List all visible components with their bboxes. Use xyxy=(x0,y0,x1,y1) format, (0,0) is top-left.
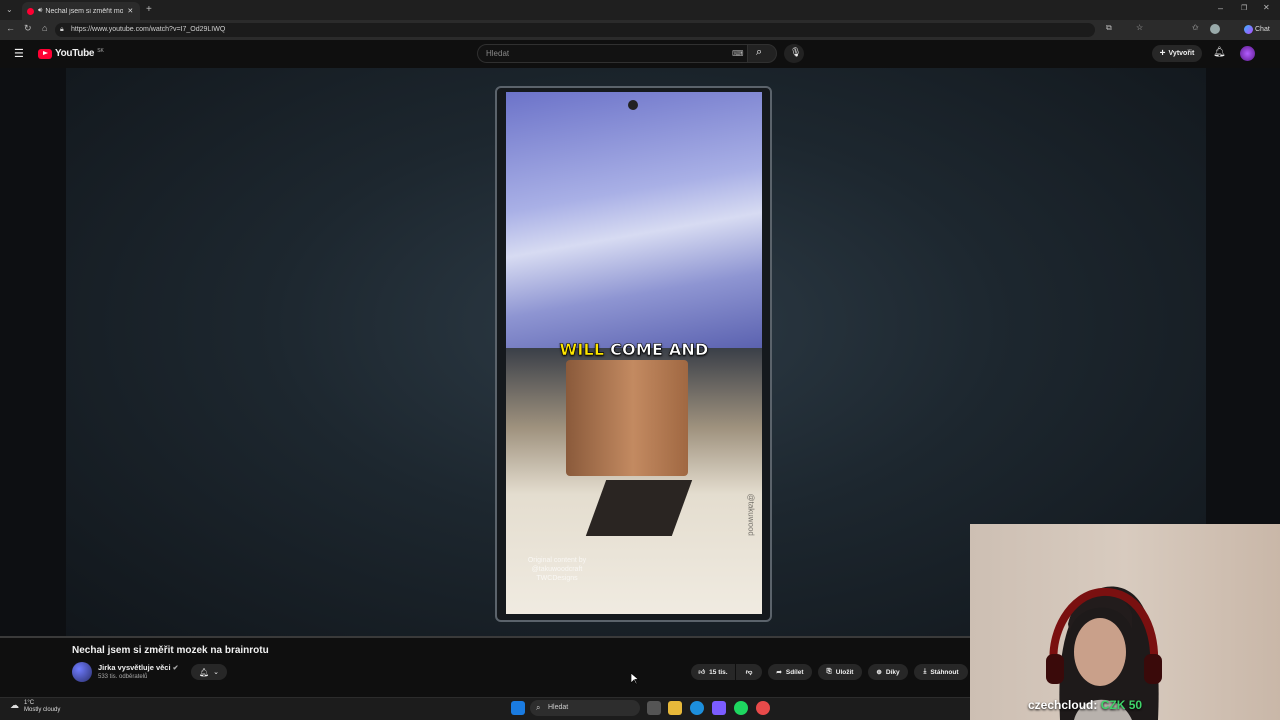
discord-icon[interactable] xyxy=(712,701,726,715)
share-label: Sdílet xyxy=(785,668,804,676)
wood-block xyxy=(566,360,688,476)
create-label: Vytvořit xyxy=(1168,50,1195,57)
thumbs-up-icon: 👍︎ xyxy=(698,669,706,676)
save-button[interactable]: ⎘ Uložit xyxy=(818,664,862,680)
channel-name[interactable]: Jirka vysvětluje věci ✔︎ xyxy=(98,663,179,672)
microphone-icon: 🎙︎ xyxy=(790,47,802,57)
subscriber-count: 533 tis. odběratelů xyxy=(98,674,148,680)
address-bar[interactable]: 🔒︎ https://www.youtube.com/watch?v=I7_Od… xyxy=(55,23,1095,37)
taskbar-search-label: Hledat xyxy=(548,704,569,711)
browser-tab-active[interactable]: 🔊︎ Nechal jsem si změřit mozek ✕ xyxy=(22,2,140,20)
copilot-label: Chat xyxy=(1255,26,1270,33)
tab-title: Nechal jsem si změřit mozek xyxy=(45,7,124,15)
keyboard-icon[interactable]: ⌨ xyxy=(732,45,744,62)
copilot-button[interactable]: Chat xyxy=(1244,23,1270,36)
search-icon: ⌕ xyxy=(536,703,541,712)
download-label: Stáhnout xyxy=(930,668,959,676)
extensions-icon[interactable]: ⧉ xyxy=(1106,23,1112,33)
thumbs-down-icon: 👎︎ xyxy=(745,669,753,676)
voice-search-button[interactable]: 🎙︎ xyxy=(784,44,804,63)
speaker-icon: 🔊︎ xyxy=(38,7,43,14)
watermark-line: @takuwoodcraft xyxy=(531,566,583,573)
profile-icon[interactable] xyxy=(1210,24,1220,34)
close-window-icon[interactable]: ✕ xyxy=(1263,3,1270,12)
youtube-logo[interactable]: YouTube SK xyxy=(38,48,104,59)
video-watermark: Original content by @takuwoodcraft TWCDe… xyxy=(512,556,602,583)
chevron-down-icon: ⌄ xyxy=(213,669,220,676)
restore-icon[interactable]: ❐ xyxy=(1241,4,1247,12)
new-tab-icon[interactable]: + xyxy=(146,4,152,15)
thanks-icon: ⊕ xyxy=(876,669,882,676)
copilot-icon xyxy=(1244,25,1253,34)
channel-avatar[interactable] xyxy=(72,662,92,682)
donation-alert: czechcloud: CZK 50 xyxy=(1028,698,1142,712)
account-avatar[interactable] xyxy=(1240,46,1255,61)
file-explorer-icon[interactable] xyxy=(668,701,682,715)
watermark-line: TWCDesigns xyxy=(536,575,578,582)
verified-icon: ✔︎ xyxy=(172,665,179,672)
create-button[interactable]: + Vytvořit xyxy=(1152,45,1202,62)
download-icon: ⤓ xyxy=(923,668,927,675)
youtube-logo-text: YouTube xyxy=(55,48,95,59)
bookmark-icon: ⎘ xyxy=(826,668,832,675)
lock-icon: 🔒︎ xyxy=(60,26,64,33)
app-icon[interactable] xyxy=(756,701,770,715)
share-icon: ➦ xyxy=(776,669,782,676)
search-input[interactable]: Hledat ⌨ xyxy=(477,44,747,63)
channel-name-text: Jirka vysvětluje věci xyxy=(98,663,171,672)
favorites-icon[interactable]: ✩ xyxy=(1192,23,1199,32)
thanks-label: Díky xyxy=(885,668,900,676)
save-label: Uložit xyxy=(835,668,854,676)
side-watermark: @takuwood xyxy=(746,493,756,536)
tab-list-icon[interactable]: ⌄ xyxy=(6,5,13,14)
video-title: Nechal jsem si změřit mozek na brainrotu xyxy=(72,645,269,656)
youtube-favicon-icon xyxy=(27,7,34,15)
thanks-button[interactable]: ⊕ Díky xyxy=(868,664,908,680)
search-icon: ⌕ xyxy=(756,46,763,58)
dislike-button[interactable]: 👎︎ xyxy=(736,664,762,680)
donor-name: czechcloud: xyxy=(1028,698,1098,712)
favorite-icon[interactable]: ☆ xyxy=(1136,23,1143,32)
like-count: 15 tis. xyxy=(709,668,728,676)
watermark-line: Original content by xyxy=(527,557,587,564)
bell-icon: 🔔︎ xyxy=(198,667,210,677)
share-button[interactable]: ➦ Sdílet xyxy=(768,664,812,680)
search-button[interactable]: ⌕ xyxy=(747,44,777,63)
edge-icon[interactable] xyxy=(690,701,704,715)
browser-tab-strip: ⌄ 🔊︎ Nechal jsem si změřit mozek ✕ + – ❐… xyxy=(0,0,1280,20)
weather-description: Mostly cloudy xyxy=(24,707,61,713)
cloud-icon: ☁︎ xyxy=(10,700,19,710)
search-placeholder: Hledat xyxy=(486,49,510,58)
back-icon[interactable]: ← xyxy=(6,23,15,33)
task-view-icon[interactable] xyxy=(647,701,661,715)
camera-notch-icon xyxy=(628,100,638,110)
caption-text: COME AND xyxy=(610,340,709,360)
spotify-icon[interactable] xyxy=(734,701,748,715)
download-button[interactable]: ⤓ Stáhnout xyxy=(914,664,968,680)
youtube-play-icon xyxy=(38,48,52,59)
country-code: SK xyxy=(97,47,104,54)
refresh-icon[interactable]: ↻ xyxy=(24,23,32,34)
menu-icon[interactable]: ☰ xyxy=(14,47,24,60)
close-tab-icon[interactable]: ✕ xyxy=(127,7,133,15)
video-caption: WILL COME AND xyxy=(506,340,762,360)
start-icon[interactable] xyxy=(511,701,525,715)
weather-widget[interactable]: 1°C Mostly cloudy ☁︎ xyxy=(10,700,60,714)
taskbar-search[interactable]: ⌕ Hledat xyxy=(530,700,640,716)
video-frame-top xyxy=(506,92,762,348)
caption-highlight: WILL xyxy=(559,340,605,360)
donation-amount: CZK 50 xyxy=(1100,698,1143,712)
mouse-cursor-icon xyxy=(631,673,639,685)
minimize-icon[interactable]: – xyxy=(1218,3,1223,13)
temperature: 1°C xyxy=(24,700,35,706)
plus-icon: + xyxy=(1159,48,1166,59)
subscription-bell-button[interactable]: 🔔︎ ⌄ xyxy=(191,664,227,680)
notifications-icon[interactable]: 🔔︎ xyxy=(1213,47,1226,58)
home-icon[interactable]: ⌂ xyxy=(42,23,47,33)
url-text: https://www.youtube.com/watch?v=I7_Od29L… xyxy=(71,26,226,33)
like-button[interactable]: 👍︎ 15 tis. xyxy=(691,664,735,680)
